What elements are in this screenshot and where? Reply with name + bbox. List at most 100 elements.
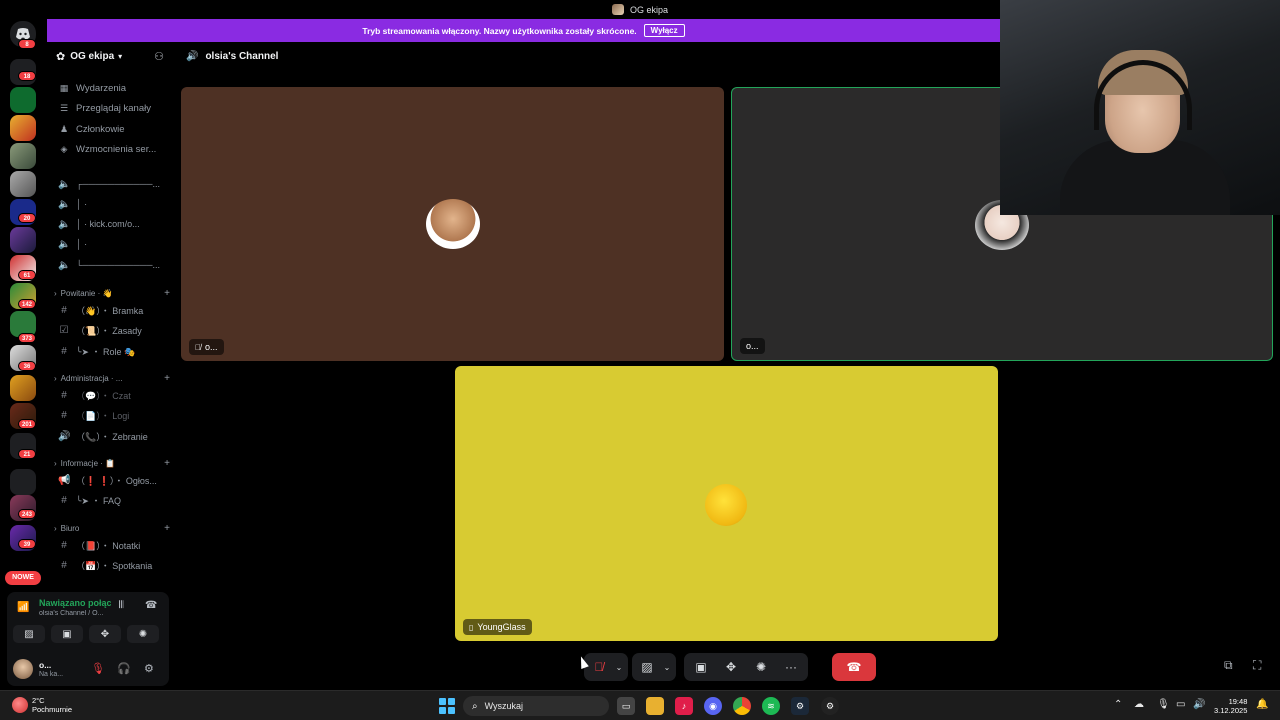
text-channel[interactable]: # ╰➤ ・ Role 🎭 bbox=[58, 343, 170, 359]
headphones-icon[interactable]: 🎧 bbox=[117, 662, 131, 675]
screen-share-button[interactable]: ▣ bbox=[686, 654, 716, 680]
nav-events[interactable]: ▦ Wydarzenia bbox=[58, 80, 126, 96]
task-view-icon[interactable]: ▭ bbox=[617, 697, 635, 715]
clock-time: 19:48 bbox=[1228, 697, 1248, 706]
nav-browse-channels[interactable]: ☰ Przeglądaj kanały bbox=[58, 100, 151, 116]
username[interactable]: o... bbox=[39, 660, 51, 670]
rules-channel[interactable]: ☑ （📜）・ Zasady bbox=[58, 322, 170, 338]
category-powitanie[interactable]: › Powitanie · 👋 + bbox=[54, 286, 170, 300]
voice-channel-path[interactable]: olsia's Channel / O... bbox=[39, 610, 114, 617]
server-icon[interactable] bbox=[10, 143, 36, 169]
volume-icon[interactable]: 🔊 bbox=[1193, 699, 1205, 710]
soundboard-button[interactable]: ✺ bbox=[746, 654, 776, 680]
add-channel-icon[interactable]: + bbox=[164, 373, 170, 384]
category-administracja[interactable]: › Administracja · ... + bbox=[54, 371, 170, 385]
discord-taskbar-icon[interactable]: ◉ bbox=[704, 697, 722, 715]
camera-off-button[interactable]: ▨ bbox=[13, 625, 45, 643]
camera-off-icon: ▨ bbox=[24, 628, 34, 640]
disable-streamer-mode-button[interactable]: Wyłącz bbox=[643, 24, 685, 37]
text-channel[interactable]: # （📕）・ Notatki bbox=[58, 537, 170, 553]
weather-desc: Pochmurnie bbox=[32, 705, 73, 714]
voice-status[interactable]: Nawiązano połączenie bbox=[39, 598, 111, 608]
phone-icon: ▯ bbox=[469, 622, 474, 632]
hash-icon: # bbox=[61, 304, 67, 316]
voice-channel[interactable]: 🔈 │ · bbox=[58, 196, 170, 212]
camera-control-group: ▨ ⌄ bbox=[632, 653, 676, 681]
participant-tile-streaming[interactable]: ▯ YoungGlass bbox=[455, 366, 998, 641]
chevron-down-icon: ▾ bbox=[118, 51, 123, 61]
taskbar-clock[interactable]: 19:48 3.12.2025 bbox=[1214, 697, 1247, 715]
mic-toggle-button[interactable]: 🎙̸ bbox=[586, 654, 612, 680]
settings-app-icon[interactable]: ⚙ bbox=[821, 697, 839, 715]
chrome-icon[interactable] bbox=[733, 697, 751, 715]
soundboard-button[interactable]: ✺ bbox=[127, 625, 159, 643]
server-header[interactable]: ✿ OG ekipa ▾ ⚇ bbox=[46, 42, 174, 70]
network-icon[interactable]: ▭ bbox=[1176, 699, 1185, 710]
channel-label: （👋）・ Bramka bbox=[76, 305, 144, 316]
invite-people-icon[interactable]: ⚇ bbox=[154, 50, 164, 63]
add-channel-icon[interactable]: + bbox=[164, 288, 170, 299]
add-channel-icon[interactable]: + bbox=[164, 458, 170, 469]
camera-toggle-button[interactable]: ▨ bbox=[634, 654, 660, 680]
chevron-right-icon: › bbox=[54, 523, 57, 533]
tiktok-icon[interactable]: ♪ bbox=[675, 697, 693, 715]
popout-icon[interactable]: ⧉ bbox=[1224, 658, 1233, 673]
participant-tile[interactable]: 🎙̸ o... bbox=[181, 87, 724, 361]
screen-share-button[interactable]: ▣ bbox=[51, 625, 83, 643]
announcement-channel[interactable]: 📢 （❗ ❗）・ Ogłos... bbox=[58, 472, 170, 488]
weather-widget[interactable]: 2°C Pochmurnie bbox=[12, 696, 72, 714]
category-biuro[interactable]: › Biuro + bbox=[54, 521, 170, 535]
server-icon[interactable] bbox=[10, 87, 36, 113]
server-icon[interactable] bbox=[10, 171, 36, 197]
text-channel[interactable]: # （👋）・ Bramka bbox=[58, 302, 170, 318]
voice-channel[interactable]: 🔈 │ · kick.com/o... bbox=[58, 216, 170, 232]
server-icon[interactable] bbox=[10, 375, 36, 401]
voice-channel[interactable]: 🔊 （📞）・ Zebranie bbox=[58, 428, 170, 444]
text-channel[interactable]: # （📄）・ Logi bbox=[58, 407, 170, 423]
server-icon[interactable] bbox=[10, 115, 36, 141]
signal-icon[interactable]: 📶 bbox=[17, 602, 29, 613]
text-channel[interactable]: # ╰➤ ・ FAQ bbox=[58, 492, 170, 508]
settings-gear-icon[interactable]: ⚙ bbox=[144, 662, 154, 675]
disconnect-call-button[interactable]: ☎ bbox=[832, 653, 876, 681]
speaker-icon: 🔈 bbox=[58, 259, 71, 271]
server-icon[interactable] bbox=[10, 227, 36, 253]
add-channel-icon[interactable]: + bbox=[164, 523, 170, 534]
channel-label: （💬）・ Czat bbox=[76, 390, 131, 401]
channel-label: │ · bbox=[76, 199, 88, 209]
mic-options-button[interactable]: ⌄ bbox=[612, 654, 626, 680]
onedrive-icon[interactable]: ☁ bbox=[1134, 699, 1144, 710]
server-icon bbox=[611, 4, 624, 15]
voice-channel[interactable]: 🔈 └───────────... bbox=[58, 257, 170, 273]
spotify-icon[interactable]: ≋ bbox=[762, 697, 780, 715]
file-explorer-icon[interactable] bbox=[646, 697, 664, 715]
channel-label: │ · kick.com/o... bbox=[76, 219, 140, 229]
channel-label: │ · bbox=[76, 239, 88, 249]
microphone-tray-icon[interactable]: 🎙 bbox=[1157, 699, 1170, 710]
text-channel[interactable]: # （💬）・ Czat bbox=[58, 387, 170, 403]
speaker-icon: 🔈 bbox=[58, 198, 71, 210]
activities-button[interactable]: ✥ bbox=[89, 625, 121, 643]
disconnect-icon[interactable]: ☎ bbox=[145, 600, 157, 611]
start-button[interactable] bbox=[439, 698, 455, 714]
category-informacje[interactable]: › Informacje · 📋 + bbox=[54, 456, 170, 470]
steam-icon[interactable]: ⚙ bbox=[791, 697, 809, 715]
channel-label: ╰➤ ・ Role 🎭 bbox=[76, 346, 136, 357]
avatar[interactable] bbox=[13, 659, 33, 679]
server-folder-icon[interactable] bbox=[10, 469, 36, 495]
fullscreen-icon[interactable]: ⛶ bbox=[1253, 658, 1261, 673]
tray-chevron-up-icon[interactable]: ⌃ bbox=[1114, 699, 1122, 710]
text-channel[interactable]: # （📅）・ Spotkania bbox=[58, 557, 170, 573]
camera-options-button[interactable]: ⌄ bbox=[660, 654, 674, 680]
nav-server-boosts[interactable]: ◈ Wzmocnienia ser... bbox=[58, 141, 157, 157]
new-unreads-pill[interactable]: NOWE bbox=[5, 571, 41, 585]
notifications-icon[interactable]: 🔔 bbox=[1256, 699, 1268, 710]
voice-channel[interactable]: 🔈 ┌───────────... bbox=[58, 176, 170, 192]
taskbar-search[interactable]: ⌕ Wyszukaj bbox=[463, 696, 609, 716]
more-options-button[interactable]: ··· bbox=[776, 654, 806, 680]
mic-muted-icon[interactable]: 🎙 bbox=[91, 662, 105, 675]
voice-channel[interactable]: 🔈 │ · bbox=[58, 236, 170, 252]
nav-members[interactable]: ♟ Członkowie bbox=[58, 121, 125, 137]
noise-suppression-icon[interactable]: 𝄃𝄃 bbox=[119, 600, 123, 611]
activities-button[interactable]: ✥ bbox=[716, 654, 746, 680]
